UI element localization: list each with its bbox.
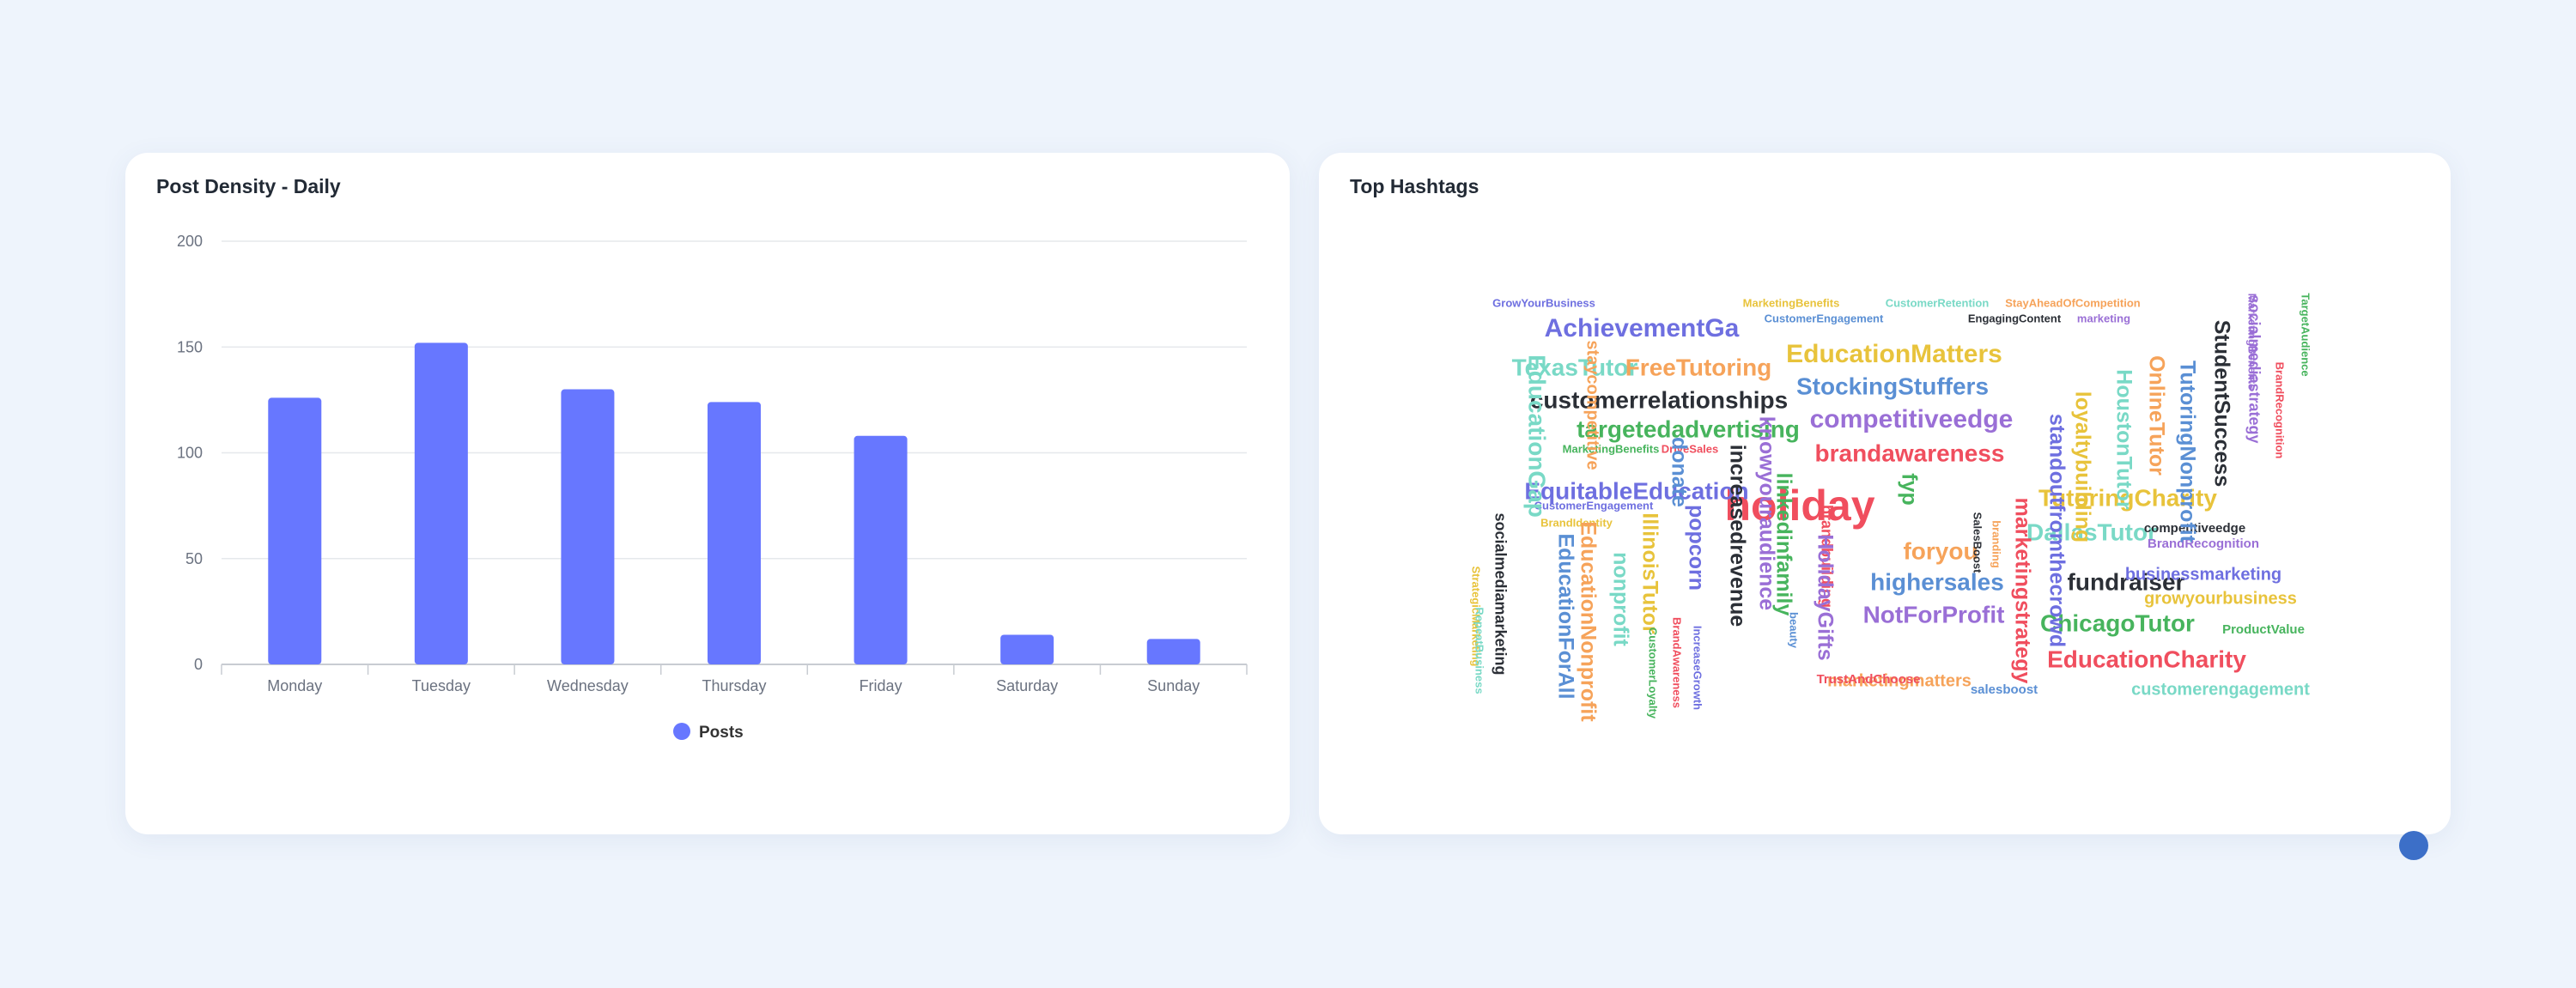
hashtag-word[interactable]: donate [1667,437,1691,507]
hashtag-word[interactable]: MarketingBenefits [2246,294,2259,391]
hashtag-word[interactable]: MarketingBenefits [1563,442,1660,455]
hashtag-word[interactable]: brandawareness [1815,439,2005,466]
hashtag-word[interactable]: customerrelationships [1530,386,1788,413]
hashtag-word[interactable]: HolidayGifts [1813,534,1837,660]
hashtag-word[interactable]: BrandRecognition [2274,362,2287,459]
bar-saturday[interactable] [1000,634,1054,664]
hashtag-word[interactable]: marketingstrategy [2010,498,2034,684]
hashtag-word[interactable]: staycompetitive [1583,340,1602,470]
hashtag-word[interactable]: MarketingBenefits [1743,296,1840,309]
x-tick-label: Sunday [1147,677,1200,694]
hashtag-word[interactable]: EngagingContent [1968,312,2062,324]
hashtag-word[interactable]: businessmarketing [2125,565,2281,584]
x-tick-label: Saturday [996,677,1058,694]
hashtag-word[interactable]: CustomerEngagement [1765,312,1884,324]
hashtag-word[interactable]: BrandRecognition [2148,536,2259,551]
y-tick-label: 200 [177,233,203,250]
hashtag-word[interactable]: EducationMatters [1786,340,2002,368]
hashtag-word[interactable]: ProductValue [2222,622,2305,637]
hashtag-word[interactable]: EducationForAll [1553,533,1577,699]
hashtag-word[interactable]: GrowYourBusiness [1492,296,1595,309]
hashtag-word[interactable]: NotForProfit [1863,601,2005,627]
x-tick-label: Thursday [702,677,766,694]
hashtag-word[interactable]: customerengagement [2131,680,2310,699]
hashtag-word[interactable]: StudentSuccess [2209,320,2233,488]
y-tick-label: 50 [185,550,203,567]
bar-wednesday[interactable] [561,389,615,664]
hashtag-word[interactable]: EducationCharity [2047,646,2246,672]
bar-monday[interactable] [268,397,322,664]
hashtag-word[interactable]: TrustAndChoose [1817,672,1921,687]
hashtag-word[interactable]: popcorn [1684,505,1708,591]
hashtag-word[interactable]: salesboost [1971,682,2038,697]
hashtag-word[interactable]: CustomerEngagement [1534,499,1654,512]
top-hashtags-panel: Top Hashtags holiday AchievementGa Educati… [1319,153,2451,834]
x-tick-label: Wednesday [547,677,629,694]
hashtag-word[interactable]: CustomerLoyalty [1647,627,1660,719]
hashtag-word[interactable]: StayAheadOfCompetition [2005,296,2141,309]
bar-thursday[interactable] [708,402,761,664]
hashtag-word[interactable]: marketing [2077,312,2130,324]
bar-friday[interactable] [854,435,908,664]
bar-tuesday[interactable] [414,342,468,664]
hashtag-word[interactable]: RepeatBusiness [1473,607,1486,694]
x-tick-label: Tuesday [412,677,471,694]
legend-marker [673,723,690,740]
chat-widget-button[interactable] [2399,831,2428,860]
hashtag-word[interactable]: HoustonTutor [2111,369,2136,510]
hashtag-word[interactable]: StockingStuffers [1796,373,1989,399]
hashtag-word[interactable]: CustomerRetention [1886,296,1990,309]
hashtag-word[interactable]: BrandAwareness [1671,617,1684,708]
x-tick-label: Friday [860,677,902,694]
hashtag-word[interactable]: growyourbusiness [2144,589,2297,608]
hashtag-word[interactable]: fyp [1897,473,1921,506]
hashtag-word[interactable]: competitiveedge [1810,405,2014,433]
legend-label-posts: Posts [699,724,744,742]
post-density-bar-chart: 0 50 100 150 200 Monday Tuesday Wednesday Thursd… [177,233,1248,742]
hashtag-word[interactable]: SalesBoost [1971,512,1984,573]
bar-sunday[interactable] [1146,639,1200,664]
hashtag-word[interactable]: TargetAudience [2300,293,2312,376]
hashtag-word[interactable]: socialmediamarketing [1492,512,1509,675]
hashtag-word[interactable]: beauty [1788,612,1801,649]
hashtag-word[interactable]: EducationNonprofit [1576,521,1600,722]
hashtag-word[interactable]: standoutfromthecrowd [2044,414,2069,647]
hashtag-word[interactable]: linkedinfamily [1771,473,1795,616]
hashtag-word[interactable]: FreeTutoring [1625,354,1772,380]
hashtag-word[interactable]: OnlineTutor [2144,355,2168,476]
hashtag-word[interactable]: nonprofit [1608,552,1632,646]
y-tick-label: 100 [177,445,203,462]
hashtag-word[interactable]: foryou [1903,537,1978,564]
y-tick-label: 0 [194,656,203,673]
chart-legend[interactable]: Posts [673,723,744,742]
hashtag-word-cloud: holidayAchievementGaEducationMattersTexa… [1470,293,2312,722]
post-density-panel: Post Density - Daily 0 50 100 150 200 Monday T… [125,153,1290,834]
hashtag-word[interactable]: branding [1990,520,2003,568]
y-tick-label: 150 [177,338,203,355]
hashtag-word[interactable]: IllinoisTutor [1637,512,1662,633]
hashtag-word[interactable]: increasedrevenue [1725,445,1749,627]
hashtag-word[interactable]: TutoringNonprofit [2175,361,2199,543]
hashtag-word[interactable]: loyaltybuilding [2070,391,2094,542]
hashtag-word[interactable]: IncreaseGrowth [1692,626,1704,710]
hashtag-word[interactable]: AchievementGa [1545,314,1740,342]
hashtag-word[interactable]: EducationGap [1524,355,1551,518]
x-tick-label: Monday [267,677,322,694]
